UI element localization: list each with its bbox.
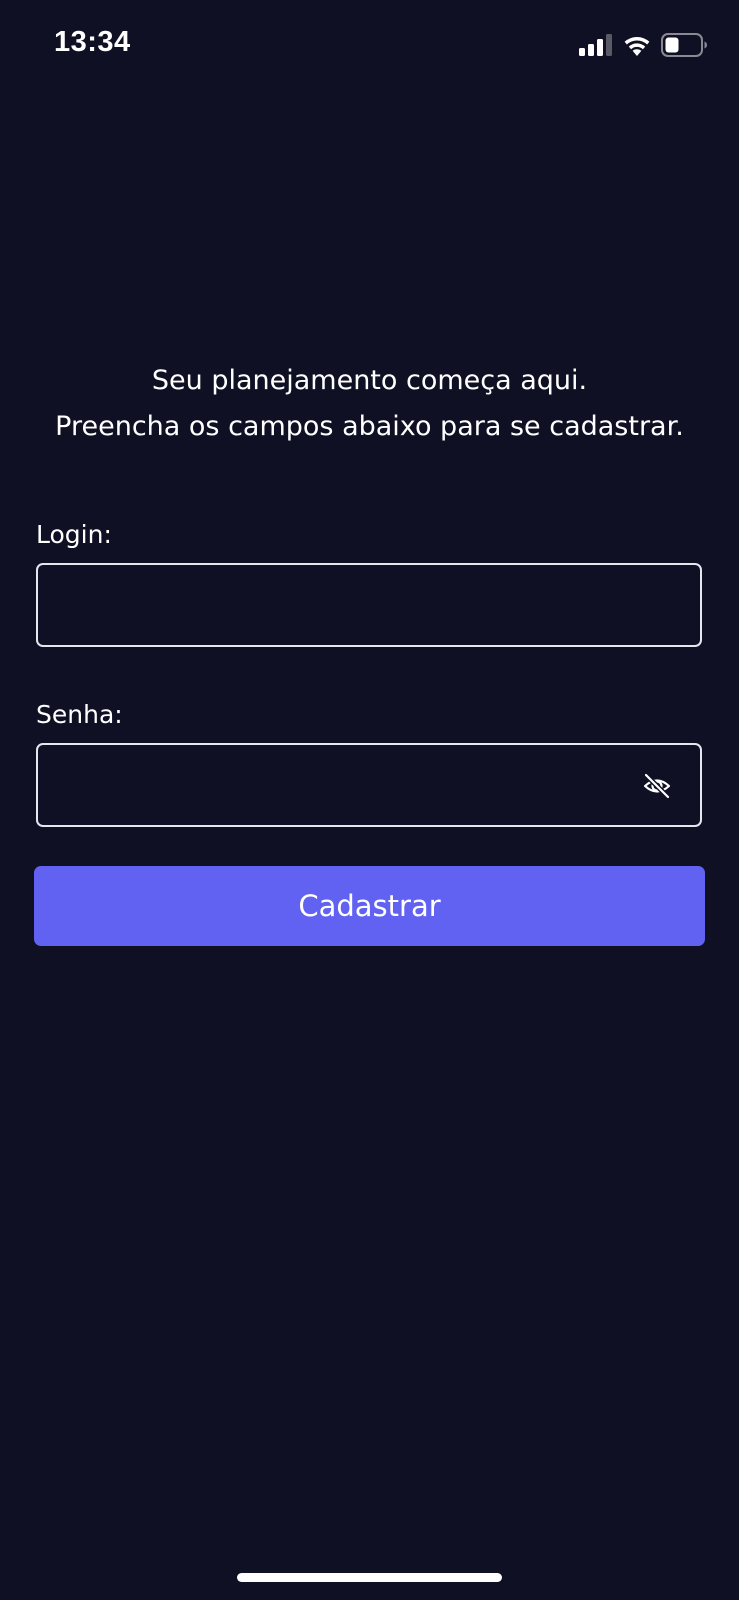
login-field-container xyxy=(36,563,702,647)
password-label: Senha: xyxy=(36,700,123,729)
wifi-icon xyxy=(624,37,650,56)
login-input[interactable] xyxy=(38,565,700,645)
home-indicator[interactable] xyxy=(237,1573,502,1582)
signup-screen: 13:34 Seu planejamento começa aqui. Pree… xyxy=(0,0,739,1600)
password-input[interactable] xyxy=(38,745,700,825)
heading-line-1: Seu planejamento começa aqui. xyxy=(151,365,588,396)
battery-icon xyxy=(661,33,707,57)
login-label: Login: xyxy=(36,520,112,549)
status-bar: 13:34 xyxy=(0,0,739,90)
page-heading: Seu planejamento começa aqui. Preencha o… xyxy=(0,358,739,450)
status-time: 13:34 xyxy=(54,26,131,58)
heading-line-2: Preencha os campos abaixo para se cadast… xyxy=(55,411,684,442)
password-field-container xyxy=(36,743,702,827)
status-icons xyxy=(579,32,707,58)
signup-button[interactable]: Cadastrar xyxy=(34,866,705,946)
eye-off-icon[interactable] xyxy=(642,771,672,801)
signal-icon xyxy=(579,34,612,56)
